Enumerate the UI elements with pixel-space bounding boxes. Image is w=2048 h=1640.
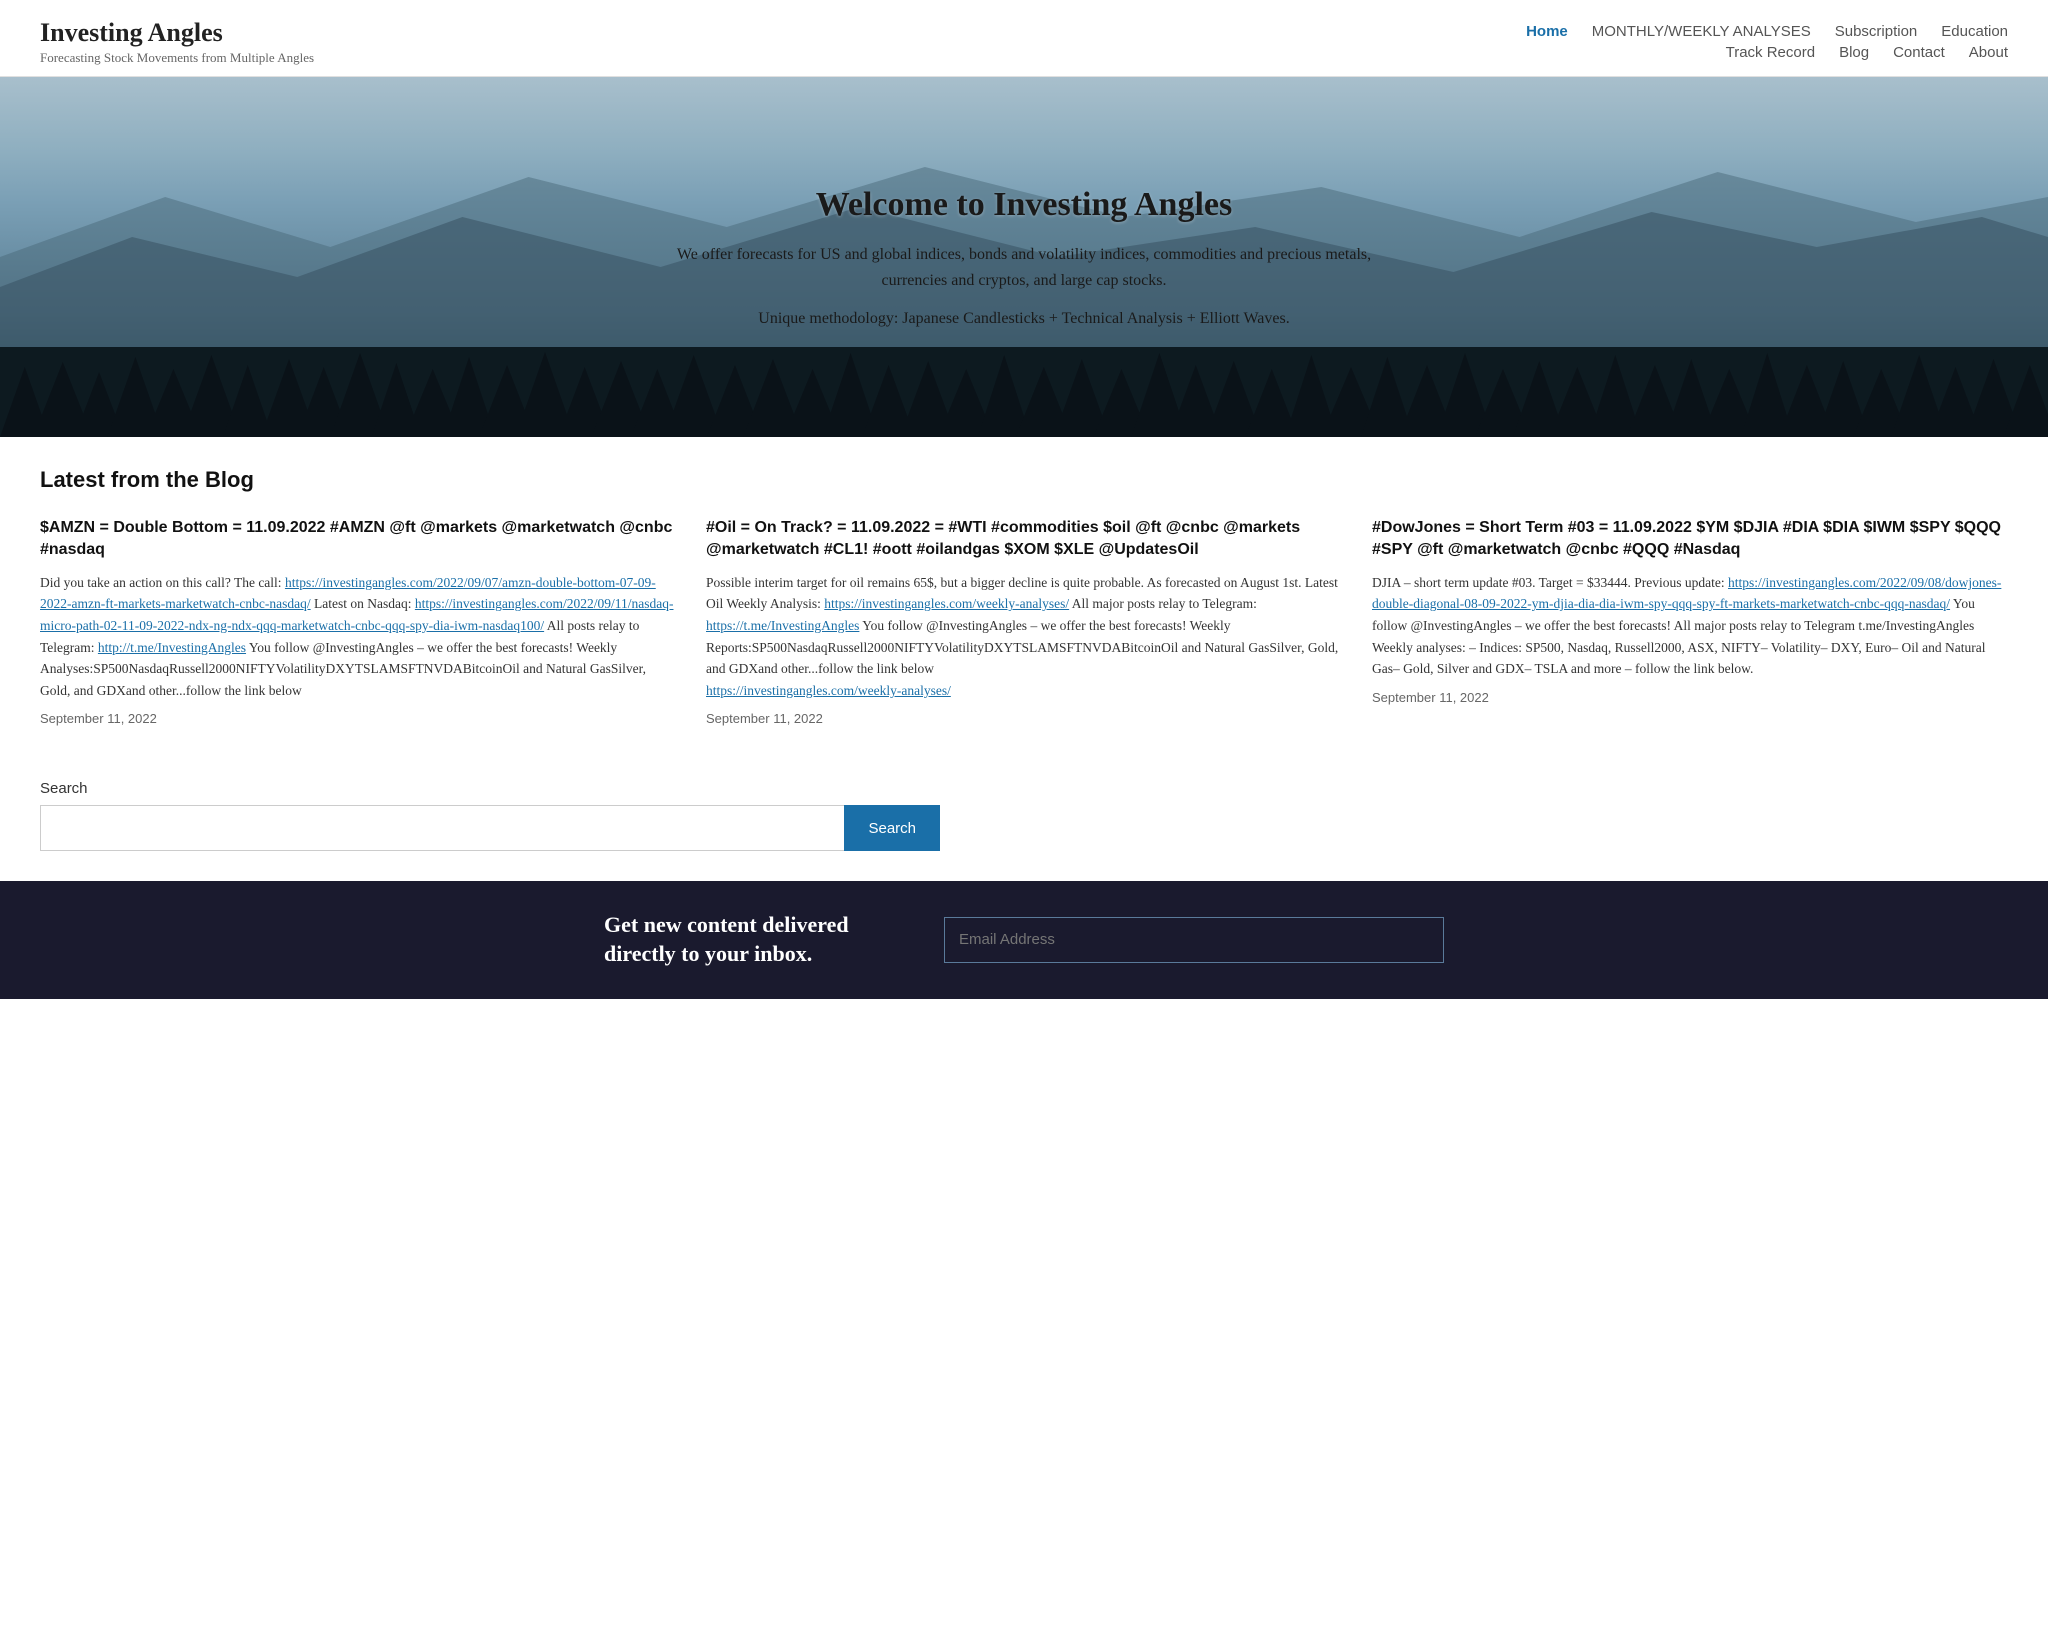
search-row: Search	[40, 805, 940, 851]
blog-grid: $AMZN = Double Bottom = 11.09.2022 #AMZN…	[40, 517, 2008, 726]
blog-post-1-link3[interactable]: http://t.me/InvestingAngles	[98, 640, 246, 655]
blog-post-1-title: $AMZN = Double Bottom = 11.09.2022 #AMZN…	[40, 517, 676, 562]
blog-post-3: #DowJones = Short Term #03 = 11.09.2022 …	[1372, 517, 2008, 726]
hero-content: Welcome to Investing Angles We offer for…	[624, 166, 1424, 347]
nav-track-record[interactable]: Track Record	[1726, 44, 1815, 61]
hero-subtitle: We offer forecasts for US and global ind…	[664, 242, 1384, 293]
nav-home[interactable]: Home	[1526, 23, 1568, 40]
blog-post-1-date: September 11, 2022	[40, 711, 676, 726]
blog-post-2-body: Possible interim target for oil remains …	[706, 572, 1342, 702]
nav-contact[interactable]: Contact	[1893, 44, 1945, 61]
blog-post-3-date: September 11, 2022	[1372, 690, 2008, 705]
nav-row-2: Track Record Blog Contact About	[1726, 44, 2008, 61]
nav-row-1: Home MONTHLY/WEEKLY ANALYSES Subscriptio…	[1526, 23, 2008, 40]
search-button[interactable]: Search	[844, 805, 940, 851]
nav-blog[interactable]: Blog	[1839, 44, 1869, 61]
blog-post-2-date: September 11, 2022	[706, 711, 1342, 726]
hero-methodology: Unique methodology: Japanese Candlestick…	[664, 310, 1384, 328]
blog-section: Latest from the Blog $AMZN = Double Bott…	[0, 437, 2048, 756]
footer-cta: Get new content delivered directly to yo…	[0, 881, 2048, 998]
nav-analyses[interactable]: MONTHLY/WEEKLY ANALYSES	[1592, 23, 1811, 40]
nav-subscription[interactable]: Subscription	[1835, 23, 1918, 40]
nav-education[interactable]: Education	[1941, 23, 2008, 40]
site-header: Investing Angles Forecasting Stock Movem…	[0, 0, 2048, 77]
blog-post-2-link1[interactable]: https://investingangles.com/weekly-analy…	[824, 596, 1069, 611]
footer-cta-text: Get new content delivered directly to yo…	[604, 911, 884, 968]
site-title: Investing Angles	[40, 18, 314, 48]
search-label: Search	[40, 780, 2008, 797]
nav-about[interactable]: About	[1969, 44, 2008, 61]
blog-post-3-link1[interactable]: https://investingangles.com/2022/09/08/d…	[1372, 575, 2001, 612]
blog-post-3-body: DJIA – short term update #03. Target = $…	[1372, 572, 2008, 680]
hero-title: Welcome to Investing Angles	[664, 186, 1384, 224]
hero-section: Welcome to Investing Angles We offer for…	[0, 77, 2048, 437]
search-input[interactable]	[40, 805, 844, 851]
blog-post-2: #Oil = On Track? = 11.09.2022 = #WTI #co…	[706, 517, 1342, 726]
blog-post-3-title: #DowJones = Short Term #03 = 11.09.2022 …	[1372, 517, 2008, 562]
blog-section-title: Latest from the Blog	[40, 467, 2008, 493]
blog-post-2-link3[interactable]: https://investingangles.com/weekly-analy…	[706, 683, 951, 698]
footer-email-input[interactable]	[944, 917, 1444, 963]
site-branding: Investing Angles Forecasting Stock Movem…	[40, 18, 314, 66]
blog-post-2-title: #Oil = On Track? = 11.09.2022 = #WTI #co…	[706, 517, 1342, 562]
site-nav: Home MONTHLY/WEEKLY ANALYSES Subscriptio…	[1526, 23, 2008, 61]
blog-post-1: $AMZN = Double Bottom = 11.09.2022 #AMZN…	[40, 517, 676, 726]
hero-trees-svg	[0, 347, 2048, 437]
blog-post-2-link2[interactable]: https://t.me/InvestingAngles	[706, 618, 859, 633]
search-section: Search Search	[0, 756, 2048, 881]
blog-post-1-body: Did you take an action on this call? The…	[40, 572, 676, 702]
site-tagline: Forecasting Stock Movements from Multipl…	[40, 50, 314, 66]
